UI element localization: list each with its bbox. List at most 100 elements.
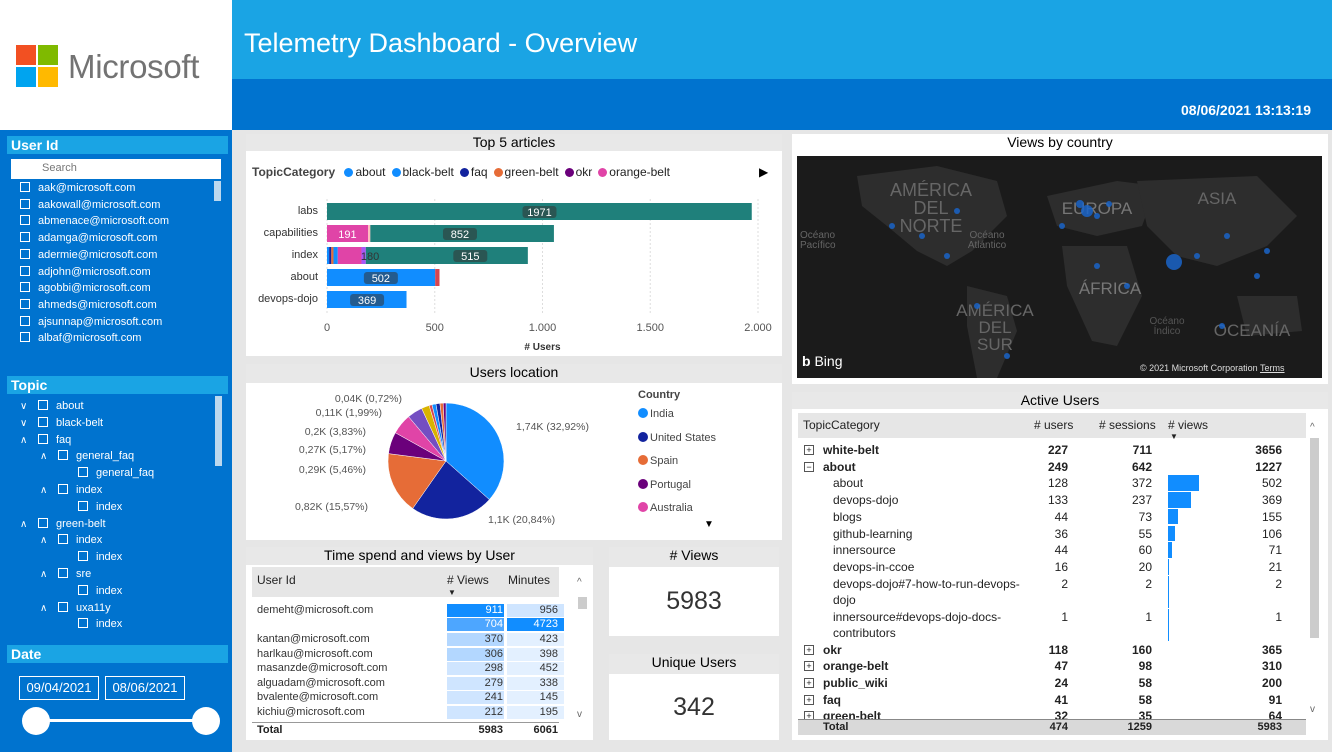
table-row[interactable]: devops-in-ccoe 16 20 21 [798,558,1306,576]
terms-link[interactable]: Terms [1260,363,1285,373]
table-row[interactable]: github-learning 36 55 106 [798,525,1306,543]
col-views[interactable]: # views [1168,418,1208,432]
checkbox-icon[interactable] [78,551,88,562]
pie-legend-item[interactable]: United States [638,431,716,444]
chevron-up-icon[interactable]: ∧ [20,519,38,530]
chevron-up-icon[interactable]: ∧ [40,535,58,546]
checkbox-icon[interactable] [20,332,30,343]
date-slider-start-handle[interactable] [22,707,50,735]
user-item[interactable]: ahmeds@microsoft.com [20,298,157,315]
col-topiccategory[interactable]: TopicCategory [803,418,880,432]
table-row[interactable]: about 128 372 502 [798,475,1306,492]
date-slider-end-handle[interactable] [192,707,220,735]
scroll-up-icon[interactable]: ^ [1310,422,1315,433]
checkbox-icon[interactable] [58,534,68,545]
table-row[interactable]: harlkau@microsoft.com 306 398 [252,647,564,662]
topic-item[interactable]: ∨ black-belt [20,416,103,433]
pie-legend-item[interactable]: Spain [638,455,678,467]
legend-item[interactable]: okr [564,165,592,179]
expand-icon[interactable]: + [804,694,814,705]
checkbox-icon[interactable] [38,400,48,410]
col-userid[interactable]: User Id [257,573,296,587]
checkbox-icon[interactable] [20,198,30,209]
table-row[interactable]: + okr 118 160 365 [798,642,1306,659]
chevron-up-icon[interactable]: ∧ [20,435,38,446]
pie-legend-item[interactable]: Australia [638,502,693,514]
checkbox-icon[interactable] [20,182,30,192]
checkbox-icon[interactable] [38,517,48,528]
legend-item[interactable]: green-belt [493,165,559,179]
checkbox-icon[interactable] [78,467,88,478]
user-item[interactable]: agobbi@microsoft.com [20,282,151,298]
checkbox-icon[interactable] [20,248,30,259]
topic-item[interactable]: index [60,551,122,567]
topic-item[interactable]: index [60,500,122,517]
legend-more-icon[interactable]: ▼ [704,519,714,530]
user-item[interactable]: albaf@microsoft.com [20,332,141,348]
table-row[interactable]: kichiu@microsoft.com 212 195 [252,706,564,720]
topic-item[interactable]: index [60,584,122,601]
checkbox-icon[interactable] [58,568,68,578]
expand-icon[interactable]: + [804,644,814,655]
chevron-down-icon[interactable]: ∨ [20,418,38,429]
table-row[interactable]: alguadam@microsoft.com 279 338 [252,676,564,691]
user-item[interactable]: adjohn@microsoft.com [20,265,151,282]
checkbox-icon[interactable] [78,500,88,511]
checkbox-icon[interactable] [58,484,68,494]
checkbox-icon[interactable] [78,618,88,629]
active-table-scrollbar[interactable] [1310,438,1319,638]
chevron-up-icon[interactable]: ∧ [40,569,58,580]
topic-item[interactable]: ∨ about [20,400,84,416]
table-row[interactable]: innersource 44 60 71 [798,542,1306,559]
scroll-up-icon[interactable]: ^ [577,577,582,588]
checkbox-icon[interactable] [20,265,30,276]
topic-item[interactable]: ∧ sre [40,568,91,584]
world-map[interactable]: AMÉRICA DEL NORTE EUROPA ASIA Océano Pacífico O… [797,156,1322,378]
search-input[interactable]: Search [11,159,221,179]
checkbox-icon[interactable] [58,601,68,612]
col-views[interactable]: # Views [447,573,489,587]
scroll-down-icon[interactable]: v [577,709,582,720]
table-row[interactable]: 704 4723 [252,618,564,632]
pie-legend-item[interactable]: India [638,408,674,420]
expand-icon[interactable]: + [804,678,814,688]
table-row[interactable]: + white-belt 227 711 3656 [798,442,1306,459]
col-minutes[interactable]: Minutes [508,573,550,587]
topic-item[interactable]: ∧ index [40,534,102,550]
checkbox-icon[interactable] [20,298,30,309]
user-item[interactable]: adamga@microsoft.com [20,232,157,248]
checkbox-icon[interactable] [78,584,88,595]
topic-item[interactable]: ∧ faq [20,433,71,450]
checkbox-icon[interactable] [20,215,30,226]
checkbox-icon[interactable] [20,315,30,326]
checkbox-icon[interactable] [38,433,48,444]
table-row[interactable]: devops-dojo#7-how-to-run-devops-dojo 2 2 2 [798,575,1306,609]
table-row[interactable]: + faq 41 58 91 [798,692,1306,709]
table-row[interactable]: demeht@microsoft.com 911 956 [252,604,564,618]
date-to-input[interactable]: 08/06/2021 [105,676,185,700]
date-from-input[interactable]: 09/04/2021 [19,676,99,700]
time-table-scrollbar[interactable] [578,597,587,609]
topic-item[interactable]: general_faq [60,467,154,483]
user-item[interactable]: abmenace@microsoft.com [20,215,169,231]
user-item[interactable]: aakowall@microsoft.com [20,198,160,215]
table-row[interactable]: bvalente@microsoft.com 241 145 [252,691,564,705]
table-row[interactable]: kantan@microsoft.com 370 423 [252,633,564,647]
chevron-down-icon[interactable]: ∨ [20,401,38,412]
scroll-down-icon[interactable]: v [1310,704,1315,715]
table-row[interactable]: blogs 44 73 155 [798,508,1306,526]
topic-scrollbar[interactable] [215,396,222,466]
table-row[interactable]: innersource#devops-dojo-docs-contributor… [798,608,1306,642]
col-sessions[interactable]: # sessions [1099,418,1156,432]
chevron-up-icon[interactable]: ∧ [40,451,58,462]
checkbox-icon[interactable] [20,282,30,293]
user-item[interactable]: ajsunnap@microsoft.com [20,315,162,332]
table-row[interactable]: + public_wiki 24 58 200 [798,675,1306,692]
topic-item[interactable]: ∧ general_faq [40,450,134,466]
topic-item[interactable]: ∧ uxa11y [40,601,111,618]
checkbox-icon[interactable] [20,232,30,243]
table-row[interactable]: devops-dojo 133 237 369 [798,492,1306,509]
pie-legend-item[interactable]: Portugal [638,478,691,491]
legend-item[interactable]: faq [459,165,488,179]
topic-item[interactable]: ∧ green-belt [20,517,106,534]
